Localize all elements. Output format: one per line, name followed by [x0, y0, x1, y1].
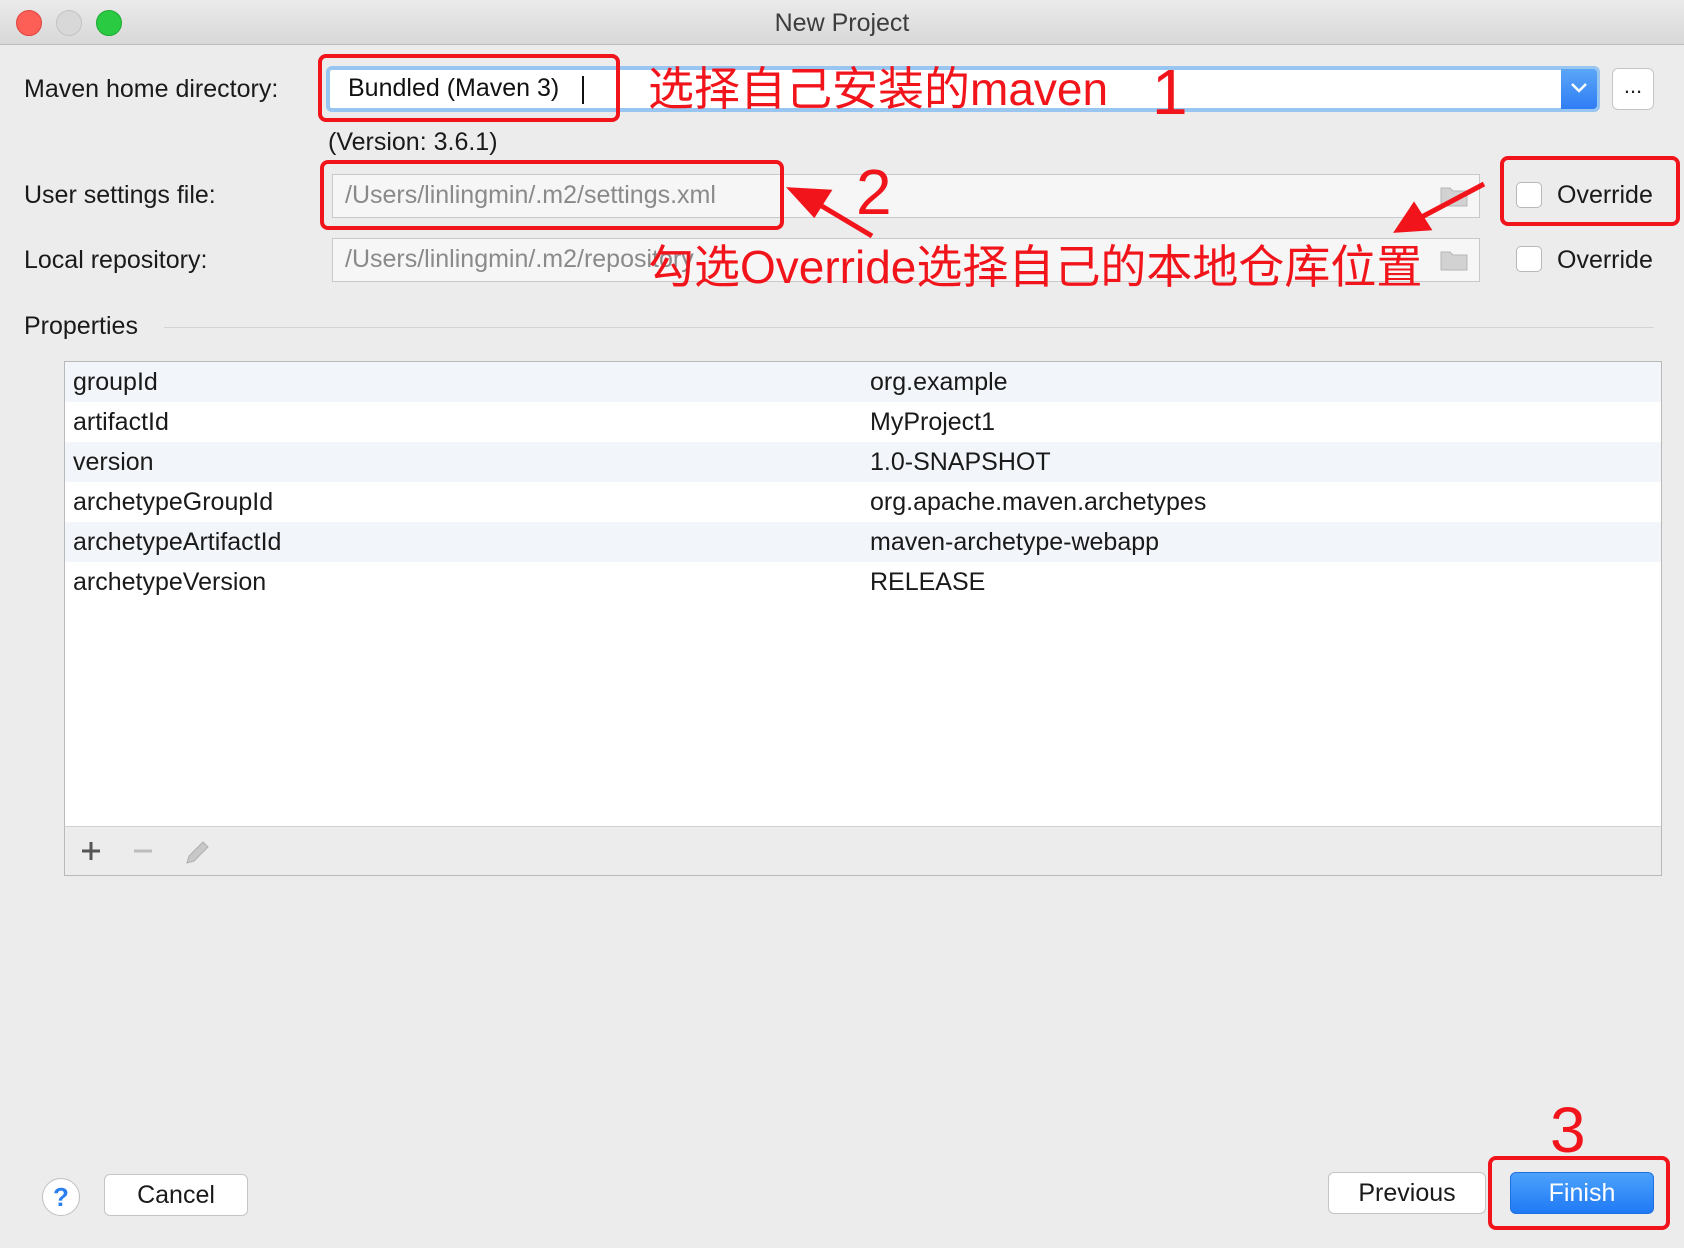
annotation-arrow-override — [1414, 181, 1486, 223]
annotation-arrowhead-override — [1393, 201, 1433, 233]
annotation-arrowhead-2 — [786, 187, 833, 219]
annotation-arrows — [786, 181, 1486, 239]
